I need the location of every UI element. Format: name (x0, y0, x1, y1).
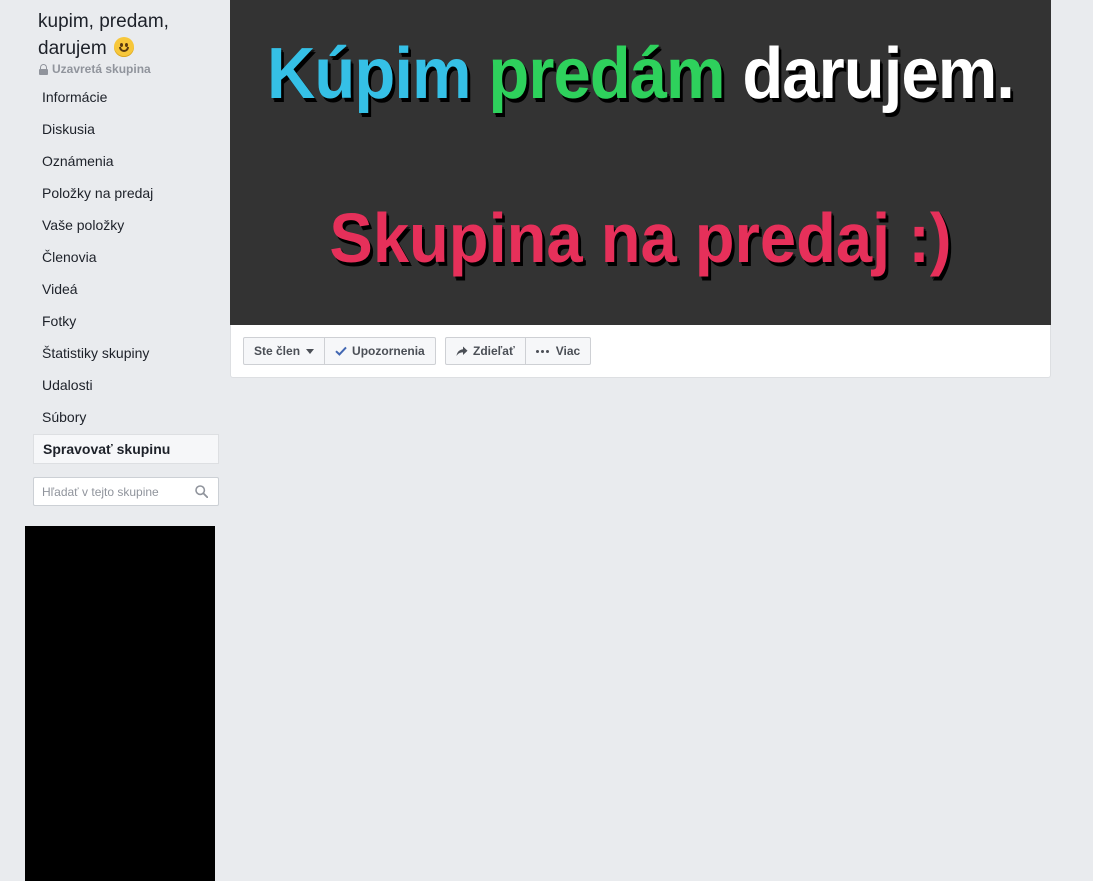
group-title[interactable]: kupim, predam, darujem (38, 10, 213, 61)
sidebar-item-videa[interactable]: Videá (33, 273, 219, 305)
check-icon (335, 346, 347, 356)
member-button[interactable]: Ste člen (243, 337, 326, 365)
sidebar-item-fotky[interactable]: Fotky (33, 305, 219, 337)
group-search (33, 477, 219, 506)
sidebar-item-vase-polozky[interactable]: Vaše položky (33, 209, 219, 241)
group-privacy: Uzavretá skupina (39, 62, 151, 76)
group-action-bar: Ste člen Upozornenia Zdieľať Viac (230, 325, 1051, 378)
cover-headline: Kúpim predám darujem. (259, 34, 1023, 114)
share-label: Zdieľať (473, 344, 515, 358)
sidebar-item-oznamenia[interactable]: Oznámenia (33, 145, 219, 177)
share-button[interactable]: Zdieľať (445, 337, 526, 365)
cover-word-predam: predám (488, 34, 725, 114)
more-label: Viac (555, 344, 581, 358)
search-input[interactable] (42, 484, 192, 500)
sidebar-item-subory[interactable]: Súbory (33, 401, 219, 433)
more-dots-icon (535, 349, 549, 353)
sidebar-item-diskusia[interactable]: Diskusia (33, 113, 219, 145)
membership-group: Ste člen Upozornenia (243, 337, 436, 365)
privacy-label: Uzavretá skupina (52, 62, 151, 76)
smiling-face-icon (113, 37, 134, 57)
sidebar-item-statistiky[interactable]: Štatistiky skupiny (33, 337, 219, 369)
group-nav: Informácie Diskusia Oznámenia Položky na… (33, 81, 219, 464)
notifications-label: Upozornenia (352, 344, 425, 358)
sidebar-item-informacie[interactable]: Informácie (33, 81, 219, 113)
group-name-text[interactable]: kupim, predam, darujem (38, 11, 169, 59)
main-column: Kúpim predám darujem. Skupina na predaj … (230, 0, 1051, 378)
ad-placeholder (25, 526, 215, 881)
sidebar-item-udalosti[interactable]: Udalosti (33, 369, 219, 401)
sidebar-item-spravovat-skupinu[interactable]: Spravovať skupinu (33, 434, 219, 464)
member-label: Ste člen (254, 344, 301, 358)
share-arrow-icon (456, 346, 468, 356)
cover-subline: Skupina na predaj :) (329, 199, 952, 277)
cover-word-darujem: darujem. (742, 34, 1015, 114)
cover-word-kupim: Kúpim (267, 34, 472, 114)
sidebar-item-clenovia[interactable]: Členovia (33, 241, 219, 273)
page: kupim, predam, darujem Uzavretá skupina … (0, 0, 1093, 881)
cover-photo[interactable]: Kúpim predám darujem. Skupina na predaj … (230, 0, 1051, 325)
lock-icon (39, 63, 48, 75)
share-group: Zdieľať Viac (445, 337, 592, 365)
more-button[interactable]: Viac (525, 337, 592, 365)
chevron-down-icon (306, 348, 315, 354)
search-icon[interactable] (195, 485, 208, 498)
notifications-button[interactable]: Upozornenia (325, 337, 436, 365)
sidebar-item-polozky-na-predaj[interactable]: Položky na predaj (33, 177, 219, 209)
